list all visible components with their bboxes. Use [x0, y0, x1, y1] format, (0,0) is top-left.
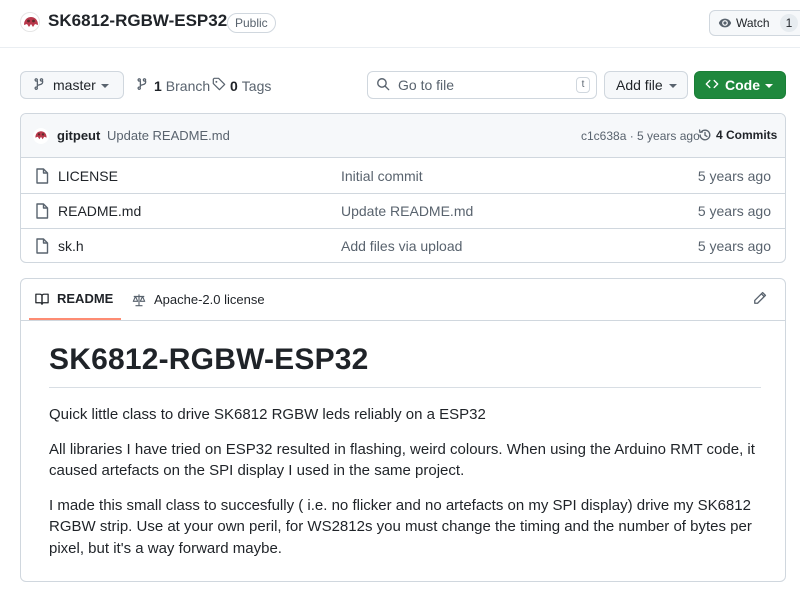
- file-icon: [35, 238, 49, 257]
- history-icon: [698, 129, 711, 141]
- add-file-button[interactable]: Add file: [604, 71, 688, 99]
- repo-name[interactable]: SK6812-RGBW-ESP32: [48, 11, 227, 31]
- book-icon: [35, 293, 49, 305]
- keyboard-shortcut-hint: t: [576, 77, 590, 93]
- file-commit-message[interactable]: Add files via upload: [341, 238, 462, 254]
- file-date: 5 years ago: [697, 203, 771, 219]
- watch-label: Watch: [736, 16, 770, 30]
- chevron-down-icon: [669, 84, 677, 88]
- watch-count: 1: [779, 14, 799, 32]
- commits-count: 4 Commits: [716, 128, 778, 142]
- commits-history-link[interactable]: 4 Commits: [698, 128, 777, 142]
- file-row[interactable]: sk.h Add files via upload 5 years ago: [21, 229, 785, 262]
- visibility-badge: Public: [227, 13, 276, 33]
- commit-author-avatar[interactable]: [33, 128, 49, 144]
- readme-title: SK6812-RGBW-ESP32: [49, 343, 761, 388]
- branch-select-button[interactable]: master: [20, 71, 124, 99]
- owner-avatar[interactable]: [20, 12, 40, 32]
- readme-tabs: README Apache-2.0 license: [21, 279, 785, 321]
- commit-author[interactable]: gitpeut: [57, 128, 100, 143]
- search-input[interactable]: [398, 77, 558, 93]
- readme-paragraph: Quick little class to drive SK6812 RGBW …: [49, 406, 486, 423]
- commit-message[interactable]: Update README.md: [107, 128, 230, 143]
- readme-panel: README Apache-2.0 license SK6812-RGBW-ES…: [20, 278, 786, 582]
- repo-header: SK6812-RGBW-ESP32 Public Watch 1: [0, 0, 800, 48]
- branch-icon: [136, 77, 150, 94]
- code-label: Code: [725, 77, 760, 93]
- file-date: 5 years ago: [697, 168, 771, 184]
- branches-link[interactable]: 1 Branch: [136, 77, 210, 94]
- tag-icon: [212, 77, 226, 94]
- pencil-icon[interactable]: [753, 291, 767, 308]
- file-row[interactable]: README.md Update README.md 5 years ago: [21, 194, 785, 229]
- file-commit-message[interactable]: Initial commit: [341, 168, 423, 184]
- file-name[interactable]: sk.h: [58, 238, 84, 254]
- branch-name: master: [53, 77, 96, 93]
- code-icon: [705, 77, 719, 94]
- file-date: 5 years ago: [697, 238, 771, 254]
- readme-content: SK6812-RGBW-ESP32 Quick little class to …: [49, 343, 761, 572]
- tab-readme-label: README: [57, 291, 114, 306]
- add-file-label: Add file: [616, 77, 663, 93]
- file-commit-message[interactable]: Update README.md: [341, 203, 473, 219]
- eye-icon: [718, 16, 732, 30]
- tab-license[interactable]: Apache-2.0 license: [124, 279, 273, 320]
- branch-icon: [33, 77, 47, 94]
- file-table: gitpeut Update README.md c1c638a · 5 yea…: [20, 113, 786, 263]
- tag-count: 0: [230, 77, 238, 94]
- branch-label: Branch: [165, 77, 211, 94]
- watch-button[interactable]: Watch 1: [709, 10, 800, 36]
- file-name[interactable]: README.md: [58, 203, 141, 219]
- readme-paragraph: All libraries I have tried on ESP32 resu…: [49, 440, 755, 480]
- go-to-file-search[interactable]: t: [367, 71, 597, 99]
- tag-label: Tags: [241, 77, 272, 94]
- tab-readme[interactable]: README: [29, 279, 122, 320]
- tab-license-label: Apache-2.0 license: [154, 292, 265, 307]
- commit-meta[interactable]: c1c638a · 5 years ago: [581, 129, 700, 143]
- search-icon: [376, 77, 390, 94]
- file-icon: [35, 203, 49, 222]
- chevron-down-icon: [765, 84, 773, 88]
- tags-link[interactable]: 0 Tags: [212, 77, 271, 94]
- file-icon: [35, 168, 49, 187]
- branch-count: 1: [154, 77, 162, 94]
- scale-icon: [132, 293, 146, 306]
- code-button[interactable]: Code: [694, 71, 786, 99]
- file-name[interactable]: LICENSE: [58, 168, 118, 184]
- latest-commit-bar: gitpeut Update README.md c1c638a · 5 yea…: [21, 114, 785, 158]
- file-row[interactable]: LICENSE Initial commit 5 years ago: [21, 159, 785, 194]
- chevron-down-icon: [101, 84, 109, 88]
- readme-paragraph: I made this small class to succesfully (…: [49, 496, 752, 557]
